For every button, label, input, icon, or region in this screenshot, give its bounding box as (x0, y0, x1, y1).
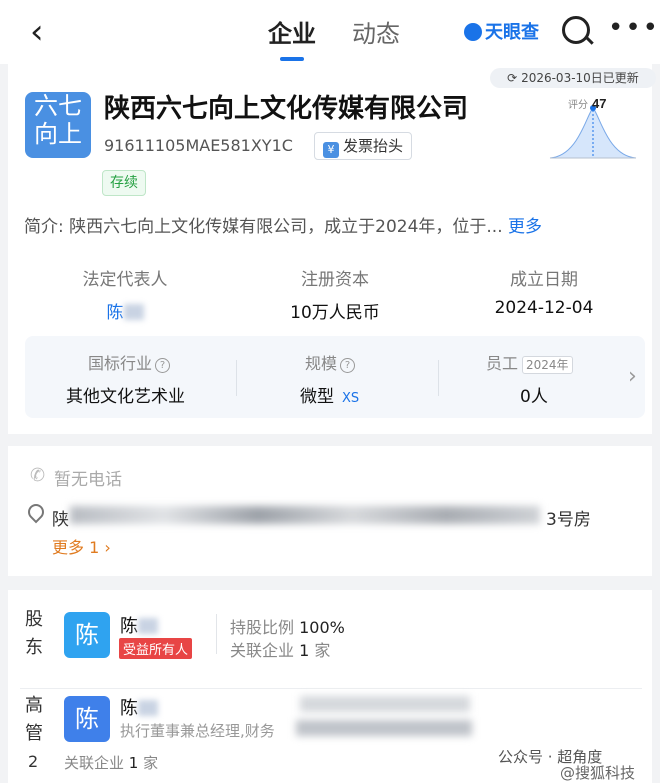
shareholder-section-label: 股 东 (24, 606, 44, 662)
redacted-blur (138, 700, 158, 716)
employees-label-text: 员工 (486, 354, 519, 373)
invoice-label: 发票抬头 (343, 137, 404, 155)
divider (438, 360, 439, 396)
shareholder-related-companies[interactable]: 关联企业 1 家 (230, 637, 330, 661)
capital-label: 注册资本 (301, 270, 369, 290)
logo-line-2: 向上 (34, 120, 82, 148)
brand-name: 天眼查 (485, 22, 539, 43)
back-chevron-icon[interactable]: ‹ (30, 12, 44, 52)
company-logo: 六七 向上 (25, 92, 91, 158)
employees-value: 0人 (520, 387, 548, 407)
executive-count: 2 (28, 752, 39, 771)
employees-label: 员工 2024年 (486, 350, 573, 374)
more-addresses-text: 更多 1 (52, 538, 100, 557)
brand-mark-icon (464, 23, 482, 41)
more-addresses-link[interactable]: 更多 1 › (52, 534, 111, 558)
score-label: 评分 (568, 99, 588, 111)
executive-name[interactable]: 陈 (120, 694, 158, 720)
intro-prefix: 简介: (24, 217, 64, 237)
redacted-blur (138, 618, 158, 634)
scale-label-text: 规模 (305, 354, 338, 373)
score-value: 47 (592, 96, 606, 111)
legal-rep-label: 法定代表人 (82, 270, 168, 290)
active-tab-indicator (280, 57, 304, 61)
redacted-blur (123, 304, 144, 320)
employees-year-badge: 2024年 (522, 356, 573, 374)
related-unit: 家 (314, 641, 331, 660)
company-name: 陕西六七向上文化传媒有限公司 (104, 94, 469, 124)
tab-company[interactable]: 企业 (268, 14, 316, 49)
label-char: 高 (25, 695, 43, 716)
phone-icon: ✆ (30, 465, 46, 486)
related-label: 关联企业 (230, 641, 295, 660)
tab-news[interactable]: 动态 (352, 14, 400, 49)
update-badge[interactable]: ⟳ 2026-03-10日已更新 (490, 68, 656, 88)
shareholder-name-text: 陈 (120, 616, 138, 637)
chevron-right-icon[interactable]: › (628, 364, 637, 389)
executive-avatar[interactable]: 陈 (64, 696, 110, 742)
ratio-label: 持股比例 (230, 618, 295, 637)
address-redacted-blur (70, 506, 540, 524)
chevron-right-small-icon: › (104, 538, 111, 557)
sohu-watermark: @搜狐科技 (560, 764, 636, 782)
executive-role: 执行董事兼总经理,财务 (120, 722, 275, 740)
ratio-value: 100% (299, 618, 345, 637)
search-icon[interactable] (562, 16, 590, 44)
label-char: 东 (25, 637, 43, 658)
founded-label: 成立日期 (510, 270, 578, 290)
redacted-blur (300, 696, 470, 712)
scale-value-text: 微型 (300, 387, 334, 407)
executive-related-companies[interactable]: 关联企业 1 家 (64, 752, 158, 773)
capital-value: 10万人民币 (290, 303, 380, 323)
beneficial-owner-badge: 受益所有人 (119, 638, 193, 659)
scale-label: 规模? (305, 350, 356, 374)
shareholder-name[interactable]: 陈 (120, 612, 158, 638)
label-char: 管 (25, 723, 43, 744)
related-label: 关联企业 (64, 754, 125, 772)
address-start[interactable]: 陕 (52, 505, 69, 530)
industry-label: 国标行业? (88, 350, 171, 374)
legal-rep-link[interactable]: 陈 (25, 298, 225, 323)
brand-logo: 天眼查 (464, 18, 539, 44)
yuan-icon: ¥ (323, 142, 339, 158)
related-count: 1 (128, 754, 139, 772)
shareholding-ratio: 持股比例 100% (230, 614, 345, 638)
label-char: 股 (25, 609, 43, 630)
logo-line-1: 六七 (34, 92, 82, 120)
redacted-blur (296, 720, 472, 736)
more-options-icon[interactable]: ••• (608, 13, 660, 43)
phone-text: 暂无电话 (54, 470, 122, 490)
top-nav-bar (0, 0, 660, 64)
legal-rep-name: 陈 (106, 303, 124, 323)
scale-value: 微型 XS (300, 382, 359, 407)
score-chart[interactable]: 评分 47 (548, 96, 638, 166)
refresh-icon: ⟳ (507, 71, 518, 85)
related-unit: 家 (143, 754, 159, 772)
status-badge: 存续 (102, 170, 146, 196)
divider (236, 360, 237, 396)
industry-value: 其他文化艺术业 (66, 387, 185, 407)
address-end[interactable]: 3号房 (546, 505, 591, 530)
divider (216, 614, 217, 654)
intro-more-link[interactable]: 更多 (508, 217, 542, 237)
executive-name-text: 陈 (120, 698, 138, 719)
company-intro[interactable]: 简介: 陕西六七向上文化传媒有限公司，成立于2024年，位于... 更多 (24, 212, 634, 237)
invoice-title-button[interactable]: ¥ 发票抬头 (314, 132, 413, 160)
help-icon[interactable]: ? (340, 358, 356, 373)
help-icon[interactable]: ? (155, 358, 171, 373)
divider (20, 688, 642, 689)
scale-tag: XS (342, 391, 360, 406)
intro-text: 陕西六七向上文化传媒有限公司，成立于2024年，位于... (69, 217, 503, 237)
update-date: 2026-03-10日已更新 (521, 71, 639, 85)
related-count: 1 (299, 641, 310, 660)
executive-section-label: 高 管 (24, 692, 44, 748)
credit-code: 91611105MAE581XY1C (104, 136, 293, 155)
shareholder-avatar[interactable]: 陈 (64, 612, 110, 658)
industry-label-text: 国标行业 (88, 354, 153, 373)
founded-date: 2024-12-04 (494, 298, 594, 318)
